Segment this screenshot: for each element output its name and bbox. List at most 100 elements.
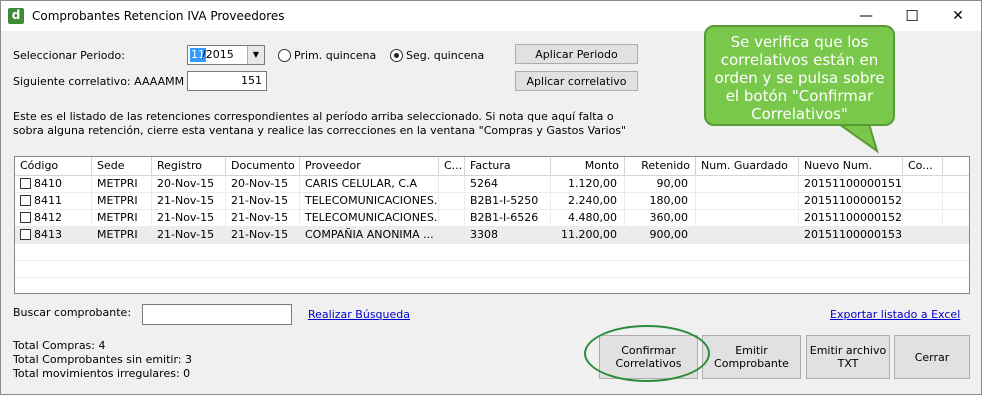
search-label: Buscar comprobante: [13,306,132,319]
codigo-value: 8411 [34,194,62,207]
cell-proveedor: COMPAÑIA ANONIMA ... [300,227,439,244]
col-documento[interactable]: Documento [226,157,300,176]
col-nuevo-num[interactable]: Nuevo Num. [799,157,903,176]
col-sede[interactable]: Sede [92,157,152,176]
col-registro[interactable]: Registro [152,157,226,176]
cell-codigo: 8410 [15,176,92,193]
row-checkbox[interactable] [20,195,31,206]
info-text-line2: sobra alguna retención, cierre esta vent… [13,124,627,137]
row-checkbox[interactable] [20,229,31,240]
col-c[interactable]: C... [439,157,465,176]
callout-line2: correlativos están en [720,51,879,69]
codigo-value: 8412 [34,211,62,224]
export-excel-link[interactable]: Exportar listado a Excel [830,308,960,321]
cell-c [439,176,465,193]
col-proveedor[interactable]: Proveedor [300,157,439,176]
cell-monto: 4.480,00 [551,210,625,227]
apply-period-button[interactable]: Aplicar Periodo [515,44,638,64]
cell-c [439,210,465,227]
search-link[interactable]: Realizar Búsqueda [308,308,410,321]
txt-label-line1: Emitir archivo [809,344,887,357]
close-window-button[interactable]: Cerrar [894,335,970,379]
cell-codigo: 8413 [15,227,92,244]
row-checkbox[interactable] [20,178,31,189]
cell-factura: 5264 [465,176,551,193]
cell-nuevo-num: 20151100000152 [799,193,903,210]
cell-sede: METPRI [92,193,152,210]
cell-documento: 21-Nov-15 [226,210,300,227]
cell-co [903,227,943,244]
txt-label-line2: TXT [837,357,859,370]
cell-retenido: 360,00 [625,210,696,227]
table-row[interactable]: 8410 METPRI 20-Nov-15 20-Nov-15 CARIS CE… [15,176,969,193]
callout-line4: el botón "Confirmar [725,87,874,105]
issue-txt-button[interactable]: Emitir archivo TXT [806,335,890,379]
cell-nuevo-num: 20151100000153 [799,227,903,244]
col-monto[interactable]: Monto [551,157,625,176]
retentions-table[interactable]: Código Sede Registro Documento Proveedor… [14,156,970,294]
correlative-input[interactable]: 151 [187,71,267,91]
correlative-label: Siguiente correlativo: AAAAMM [13,75,185,88]
issue-label-line2: Comprobante [714,357,789,370]
cell-sede: METPRI [92,227,152,244]
radio-first-half[interactable] [278,49,291,62]
cell-documento: 21-Nov-15 [226,193,300,210]
annotation-callout: Se verifica que los correlativos están e… [704,25,895,126]
total-compras: Total Compras: 4 [13,339,106,352]
cell-num-guardado [696,176,799,193]
apply-correlative-button[interactable]: Aplicar correlativo [515,71,638,91]
table-header: Código Sede Registro Documento Proveedor… [15,157,969,176]
cell-proveedor: TELECOMUNICACIONES... [300,193,439,210]
cell-codigo: 8412 [15,210,92,227]
cell-retenido: 180,00 [625,193,696,210]
cell-factura: B2B1-I-5250 [465,193,551,210]
app-icon: d [8,8,24,24]
table-row-empty [15,261,969,278]
table-row-empty [15,244,969,261]
total-sin-emitir: Total Comprobantes sin emitir: 3 [13,353,193,366]
cell-registro: 21-Nov-15 [152,227,226,244]
period-combo[interactable]: 11 /2015 ▼ [187,45,265,65]
cell-c [439,193,465,210]
cell-co [903,193,943,210]
table-row[interactable]: 8411 METPRI 21-Nov-15 21-Nov-15 TELECOMU… [15,193,969,210]
codigo-value: 8413 [34,228,62,241]
maximize-button[interactable]: ☐ [889,1,935,31]
cell-monto: 11.200,00 [551,227,625,244]
cell-nuevo-num: 20151100000151 [799,176,903,193]
cell-c [439,227,465,244]
period-year: /2015 [202,48,234,61]
codigo-value: 8410 [34,177,62,190]
callout-line1: Se verifica que los [730,33,869,51]
cell-retenido: 90,00 [625,176,696,193]
callout-line5: Correlativos" [751,105,848,123]
cell-nuevo-num: 20151100000152 [799,210,903,227]
col-retenido[interactable]: Retenido [625,157,696,176]
col-codigo[interactable]: Código [15,157,92,176]
close-button[interactable]: ✕ [935,1,981,31]
cell-codigo: 8411 [15,193,92,210]
cell-registro: 21-Nov-15 [152,210,226,227]
radio-second-half[interactable] [390,49,403,62]
table-row[interactable]: 8412 METPRI 21-Nov-15 21-Nov-15 TELECOMU… [15,210,969,227]
total-irregulares: Total movimientos irregulares: 0 [13,367,191,380]
issue-receipt-button[interactable]: Emitir Comprobante [702,335,801,379]
chevron-down-icon[interactable]: ▼ [247,46,264,64]
cell-sede: METPRI [92,176,152,193]
radio-second-half-label: Seg. quincena [406,49,485,62]
table-row-selected[interactable]: 8413 METPRI 21-Nov-15 21-Nov-15 COMPAÑIA… [15,227,969,244]
cell-num-guardado [696,193,799,210]
callout-line3: orden y se pulsa sobre [714,69,885,87]
cell-co [903,176,943,193]
search-input[interactable] [142,304,292,325]
cell-num-guardado [696,227,799,244]
cell-factura: 3308 [465,227,551,244]
row-checkbox[interactable] [20,212,31,223]
cell-monto: 1.120,00 [551,176,625,193]
col-co[interactable]: Co... [903,157,943,176]
col-num-guardado[interactable]: Num. Guardado [696,157,799,176]
col-factura[interactable]: Factura [465,157,551,176]
cell-proveedor: TELECOMUNICACIONES... [300,210,439,227]
cell-registro: 20-Nov-15 [152,176,226,193]
app-window: d Comprobantes Retencion IVA Proveedores… [0,0,982,395]
